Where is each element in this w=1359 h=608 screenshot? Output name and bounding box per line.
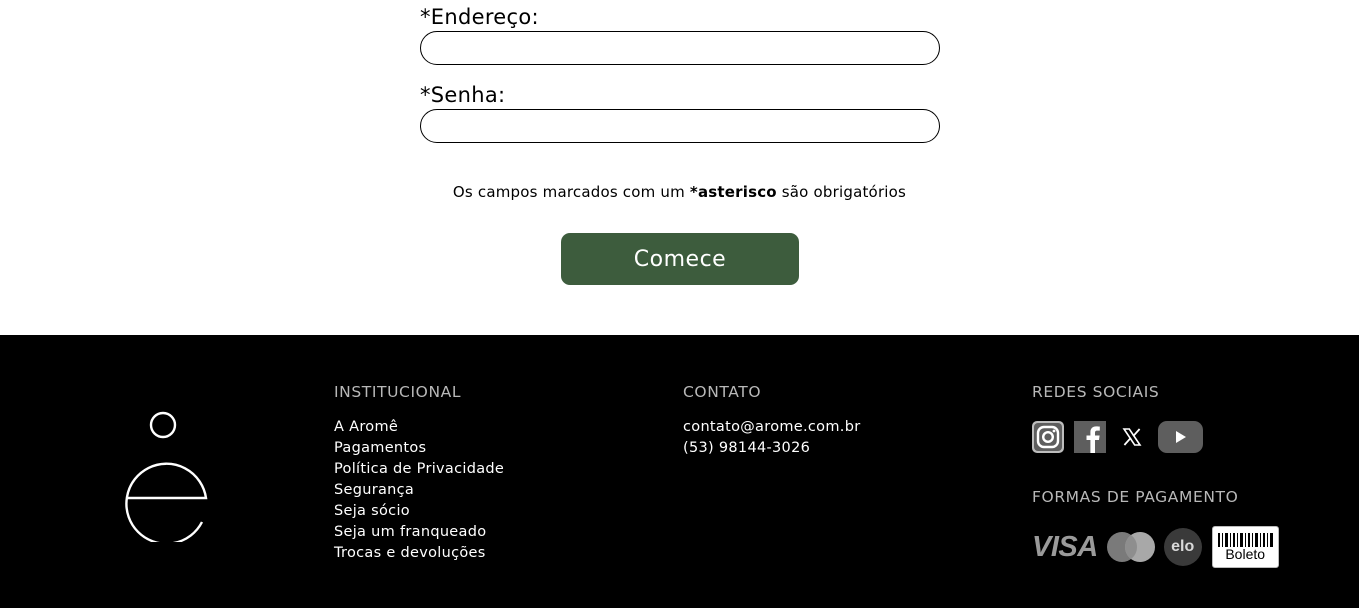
address-label: *Endereço: xyxy=(420,5,539,29)
link-seja-franqueado[interactable]: Seja um franqueado xyxy=(334,522,504,543)
address-input[interactable] xyxy=(420,31,940,65)
link-trocas-devolucoes[interactable]: Trocas e devoluções xyxy=(334,543,504,564)
password-input[interactable] xyxy=(420,109,940,143)
youtube-icon[interactable] xyxy=(1158,421,1203,453)
signup-form: *Endereço: *Senha: Os campos marcados co… xyxy=(0,0,1359,335)
link-politica-privacidade[interactable]: Política de Privacidade xyxy=(334,459,504,480)
elo-icon: elo xyxy=(1163,528,1202,566)
link-pagamentos[interactable]: Pagamentos xyxy=(334,438,504,459)
contact-email[interactable]: contato@arome.com.br xyxy=(683,419,860,435)
link-a-arome[interactable]: A Aromê xyxy=(334,417,504,438)
boleto-text: Boleto xyxy=(1225,546,1266,562)
note-suffix: são obrigatórios xyxy=(776,183,907,201)
x-icon[interactable] xyxy=(1122,427,1142,447)
password-label: *Senha: xyxy=(420,83,506,107)
barcode-icon xyxy=(1217,533,1273,547)
payment-title: FORMAS DE PAGAMENTO xyxy=(1032,488,1239,506)
mastercard-icon xyxy=(1106,532,1155,562)
social-icons xyxy=(1032,421,1203,453)
payment-icons: VISA elo Boleto xyxy=(1032,526,1279,568)
instagram-icon[interactable] xyxy=(1032,421,1064,453)
facebook-icon[interactable] xyxy=(1074,421,1106,453)
arome-e-logo[interactable] xyxy=(122,410,210,542)
contact-title: CONTATO xyxy=(683,383,762,401)
required-fields-note: Os campos marcados com um *asterisco são… xyxy=(0,183,1359,201)
visa-icon: VISA xyxy=(1032,530,1098,563)
social-title: REDES SOCIAIS xyxy=(1032,383,1160,401)
note-asterisk-word: *asterisco xyxy=(689,183,777,201)
start-button[interactable]: Comece xyxy=(561,233,799,285)
boleto-icon: Boleto xyxy=(1211,526,1279,568)
contact-phone[interactable]: (53) 98144-3026 xyxy=(683,440,810,456)
link-seguranca[interactable]: Segurança xyxy=(334,480,504,501)
link-seja-socio[interactable]: Seja sócio xyxy=(334,501,504,522)
institutional-title: INSTITUCIONAL xyxy=(334,383,462,401)
institutional-links: A Aromê Pagamentos Política de Privacida… xyxy=(334,417,504,564)
site-footer: INSTITUCIONAL A Aromê Pagamentos Polític… xyxy=(0,335,1359,608)
note-prefix: Os campos marcados com um xyxy=(452,183,690,201)
